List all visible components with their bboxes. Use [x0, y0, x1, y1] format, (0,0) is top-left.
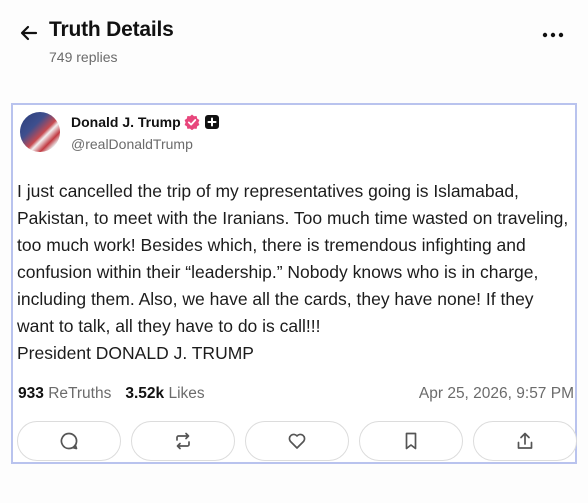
likes-stat[interactable]: 3.52k Likes	[125, 385, 204, 402]
post-timestamp: Apr 25, 2026, 9:57 PM	[418, 385, 574, 402]
bookmark-icon	[405, 432, 417, 450]
arrow-left-icon	[20, 25, 38, 41]
retruths-label: ReTruths	[48, 385, 112, 402]
post-body-text: I just cancelled the trip of my represen…	[17, 181, 569, 363]
retruths-stat[interactable]: 933 ReTruths	[18, 385, 111, 402]
author-display-name[interactable]: Donald J. Trump	[71, 114, 181, 130]
truth-details-page: Truth Details 749 replies Donald J. Trum…	[0, 0, 588, 503]
retruths-count: 933	[18, 385, 44, 402]
back-button[interactable]	[16, 20, 42, 46]
plus-badge-icon	[205, 115, 219, 129]
author-handle[interactable]: @realDonaldTrump	[71, 136, 193, 152]
more-horizontal-icon	[542, 32, 564, 38]
post-stats: 933 ReTruths 3.52k Likes	[18, 385, 205, 403]
page-title: Truth Details	[49, 18, 174, 41]
repost-icon	[176, 432, 190, 450]
comment-icon	[60, 432, 78, 450]
replies-count: 749 replies	[49, 49, 118, 65]
like-button[interactable]	[245, 421, 349, 461]
share-button[interactable]	[473, 421, 577, 461]
heart-icon	[288, 433, 306, 449]
avatar[interactable]	[20, 112, 60, 152]
more-options-button[interactable]	[540, 22, 566, 48]
likes-count: 3.52k	[125, 385, 165, 402]
reply-button[interactable]	[17, 421, 121, 461]
bookmark-button[interactable]	[359, 421, 463, 461]
share-icon	[517, 432, 533, 449]
verified-badge-icon	[184, 114, 200, 130]
page-header: Truth Details 749 replies	[0, 0, 588, 80]
likes-label: Likes	[168, 385, 205, 402]
post-card: Donald J. Trump @realDonaldTrump I just …	[11, 103, 577, 464]
post-action-bar	[17, 421, 577, 463]
retruth-button[interactable]	[131, 421, 235, 461]
